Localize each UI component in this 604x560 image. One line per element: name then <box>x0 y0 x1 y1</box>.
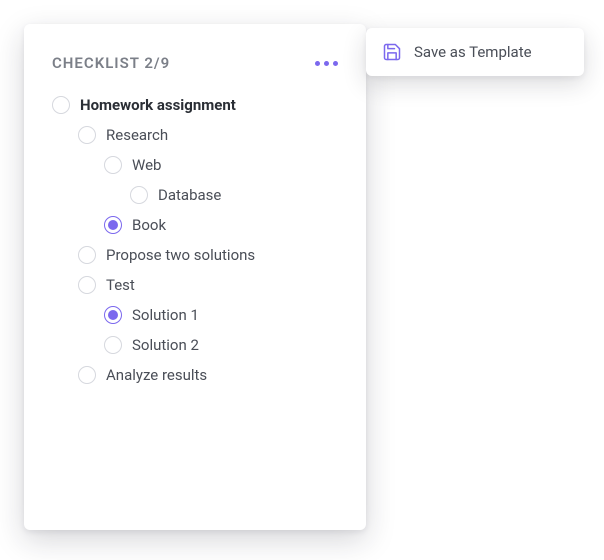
ellipsis-icon <box>333 61 338 66</box>
checklist-item-label: Web <box>132 156 161 174</box>
checklist-item: Homework assignment <box>52 90 338 120</box>
checklist-item-checkbox[interactable] <box>78 246 96 264</box>
checklist-item: Research <box>78 120 338 150</box>
checklist-item-checkbox[interactable] <box>104 216 122 234</box>
checklist-item-label: Solution 2 <box>132 336 199 354</box>
ellipsis-icon <box>324 61 329 66</box>
checklist-item: Database <box>130 180 338 210</box>
checklist-title: CHECKLIST 2/9 <box>52 54 170 72</box>
checklist-item-checkbox[interactable] <box>130 186 148 204</box>
save-icon <box>382 42 402 62</box>
checklist-item-checkbox[interactable] <box>104 336 122 354</box>
checklist-item-label: Book <box>132 216 166 234</box>
checklist-item-label: Propose two solutions <box>106 246 255 264</box>
checklist-item-checkbox[interactable] <box>104 306 122 324</box>
checklist-item-checkbox[interactable] <box>78 366 96 384</box>
checklist-item-label: Analyze results <box>106 366 207 384</box>
checklist-item-checkbox[interactable] <box>52 96 70 114</box>
save-as-template-label: Save as Template <box>414 43 532 61</box>
checklist-item: Web <box>104 150 338 180</box>
checklist-item-label: Test <box>106 276 135 294</box>
ellipsis-icon <box>315 61 320 66</box>
checklist-item: Propose two solutions <box>78 240 338 270</box>
checklist-item-label: Research <box>106 126 168 144</box>
checklist-card: CHECKLIST 2/9 Homework assignment Researc… <box>24 24 366 530</box>
checklist-item: Solution 1 <box>104 300 338 330</box>
checklist-item: Solution 2 <box>104 330 338 360</box>
checklist-item-checkbox[interactable] <box>78 126 96 144</box>
checklist-item: Book <box>104 210 338 240</box>
checklist-item-label: Homework assignment <box>80 96 236 114</box>
checklist-item: Test <box>78 270 338 300</box>
checklist-item: Analyze results <box>78 360 338 390</box>
save-as-template-menu-item[interactable]: Save as Template <box>366 28 584 76</box>
more-menu-button[interactable] <box>315 61 338 66</box>
checklist-item-checkbox[interactable] <box>78 276 96 294</box>
checklist-items: Homework assignment Research Web Database Bo… <box>52 90 338 390</box>
checklist-item-label: Solution 1 <box>132 306 199 324</box>
checklist-item-checkbox[interactable] <box>104 156 122 174</box>
checklist-header: CHECKLIST 2/9 <box>52 54 338 72</box>
checklist-item-label: Database <box>158 186 221 204</box>
